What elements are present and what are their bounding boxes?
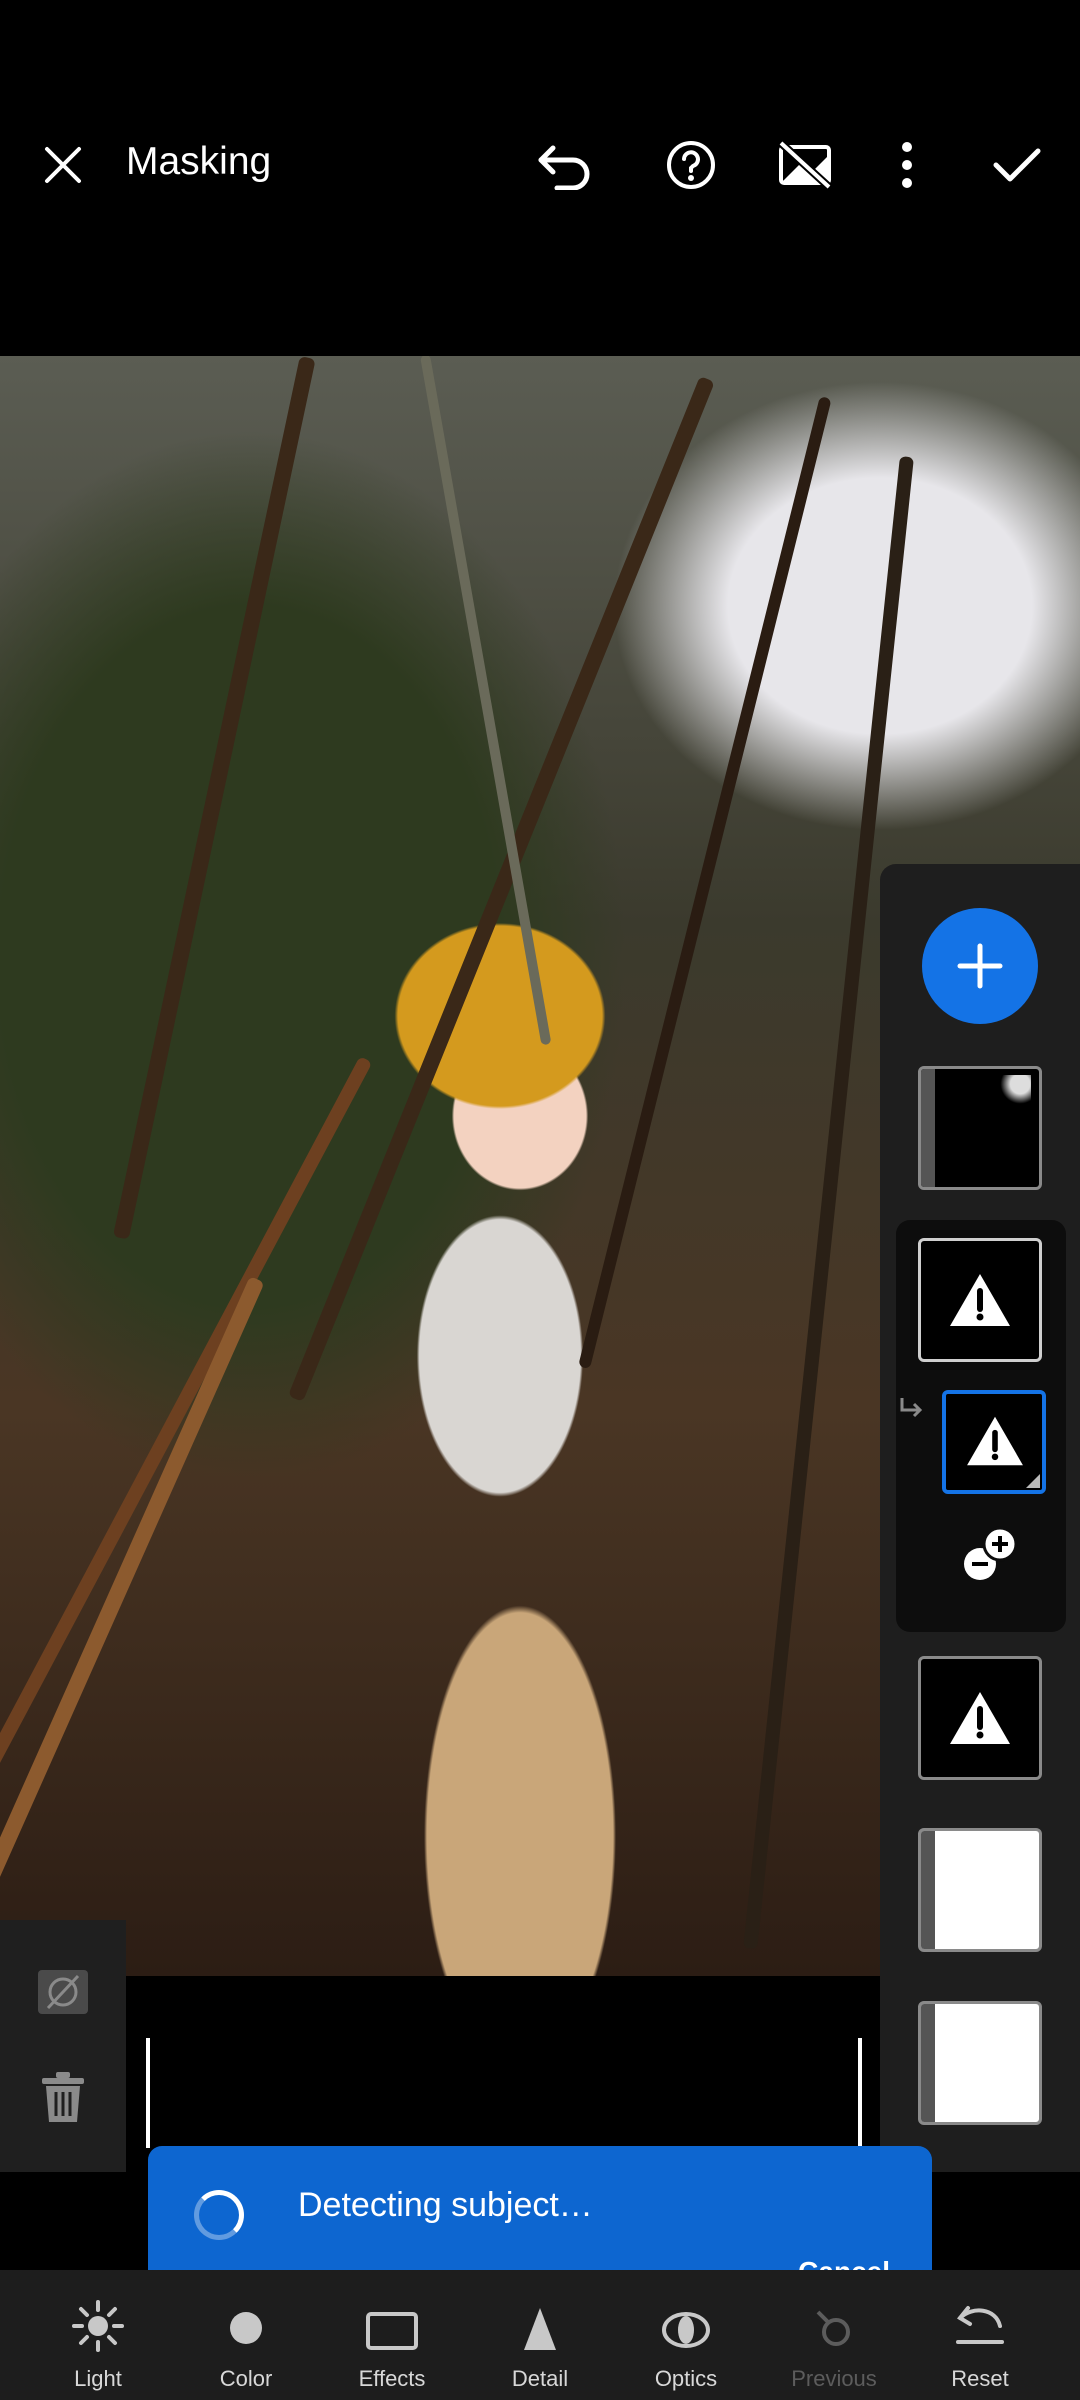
nav-color[interactable]: Color xyxy=(172,2270,320,2400)
mask-tools-panel xyxy=(0,1920,126,2172)
mask-thumbnail-1[interactable] xyxy=(918,1066,1042,1190)
add-subtract-icon[interactable] xyxy=(960,1524,1022,1591)
delete-icon[interactable] xyxy=(40,2070,86,2129)
spinner-icon xyxy=(194,2190,244,2240)
mask-thumbnail-2[interactable] xyxy=(918,1238,1042,1362)
sun-icon xyxy=(72,2300,124,2352)
page-title: Masking xyxy=(126,140,272,183)
mask-thumbnail-sub[interactable] xyxy=(942,1390,1046,1494)
previous-icon xyxy=(816,2310,850,2346)
checkmark-icon[interactable] xyxy=(982,130,1052,200)
color-icon xyxy=(230,2312,262,2344)
selected-mask-group xyxy=(896,1220,1066,1632)
nav-label: Effects xyxy=(358,2366,426,2391)
toast-message: Detecting subject… xyxy=(298,2186,593,2224)
nav-label: Previous xyxy=(791,2366,877,2391)
detail-icon xyxy=(524,2308,556,2350)
mask-thumbnail-5[interactable] xyxy=(918,2001,1042,2125)
nav-label: Detail xyxy=(511,2366,569,2391)
masks-panel xyxy=(880,864,1080,2172)
mask-thumbnail-4[interactable] xyxy=(918,1828,1042,1952)
optics-icon xyxy=(662,2312,710,2348)
nav-effects[interactable]: Effects xyxy=(318,2270,466,2400)
mask-overlay-icon[interactable] xyxy=(36,1968,90,2021)
close-icon[interactable] xyxy=(28,130,98,200)
nav-label: Reset xyxy=(951,2366,1009,2391)
warning-icon xyxy=(950,1692,1010,1744)
range-handle-left[interactable] xyxy=(146,2038,150,2148)
range-handle-right[interactable] xyxy=(858,2038,862,2148)
nav-previous: Previous xyxy=(760,2270,908,2400)
nav-light[interactable]: Light xyxy=(24,2270,172,2400)
nav-reset[interactable]: Reset xyxy=(906,2270,1054,2400)
bottom-nav: Light Color Effects Detail Optics Previo… xyxy=(0,2270,1080,2400)
effects-icon xyxy=(366,2312,418,2350)
reset-icon xyxy=(956,2306,1004,2344)
more-icon[interactable] xyxy=(872,130,942,200)
add-mask-button[interactable] xyxy=(922,908,1038,1024)
plus-icon xyxy=(957,943,1003,989)
nav-optics[interactable]: Optics xyxy=(612,2270,760,2400)
top-bar: Masking xyxy=(0,0,1080,356)
nav-detail[interactable]: Detail xyxy=(466,2270,614,2400)
help-icon[interactable] xyxy=(656,130,726,200)
nav-label: Optics xyxy=(654,2366,718,2391)
mask-thumbnail-3[interactable] xyxy=(918,1656,1042,1780)
subtract-arrow-icon xyxy=(898,1396,926,1425)
warning-icon xyxy=(967,1416,1023,1466)
adjustment-strip xyxy=(0,1976,880,2152)
undo-icon[interactable] xyxy=(530,130,600,200)
nav-label: Light xyxy=(74,2366,122,2391)
nav-label: Color xyxy=(219,2366,273,2391)
overlay-off-icon[interactable] xyxy=(770,130,840,200)
warning-icon xyxy=(950,1274,1010,1326)
